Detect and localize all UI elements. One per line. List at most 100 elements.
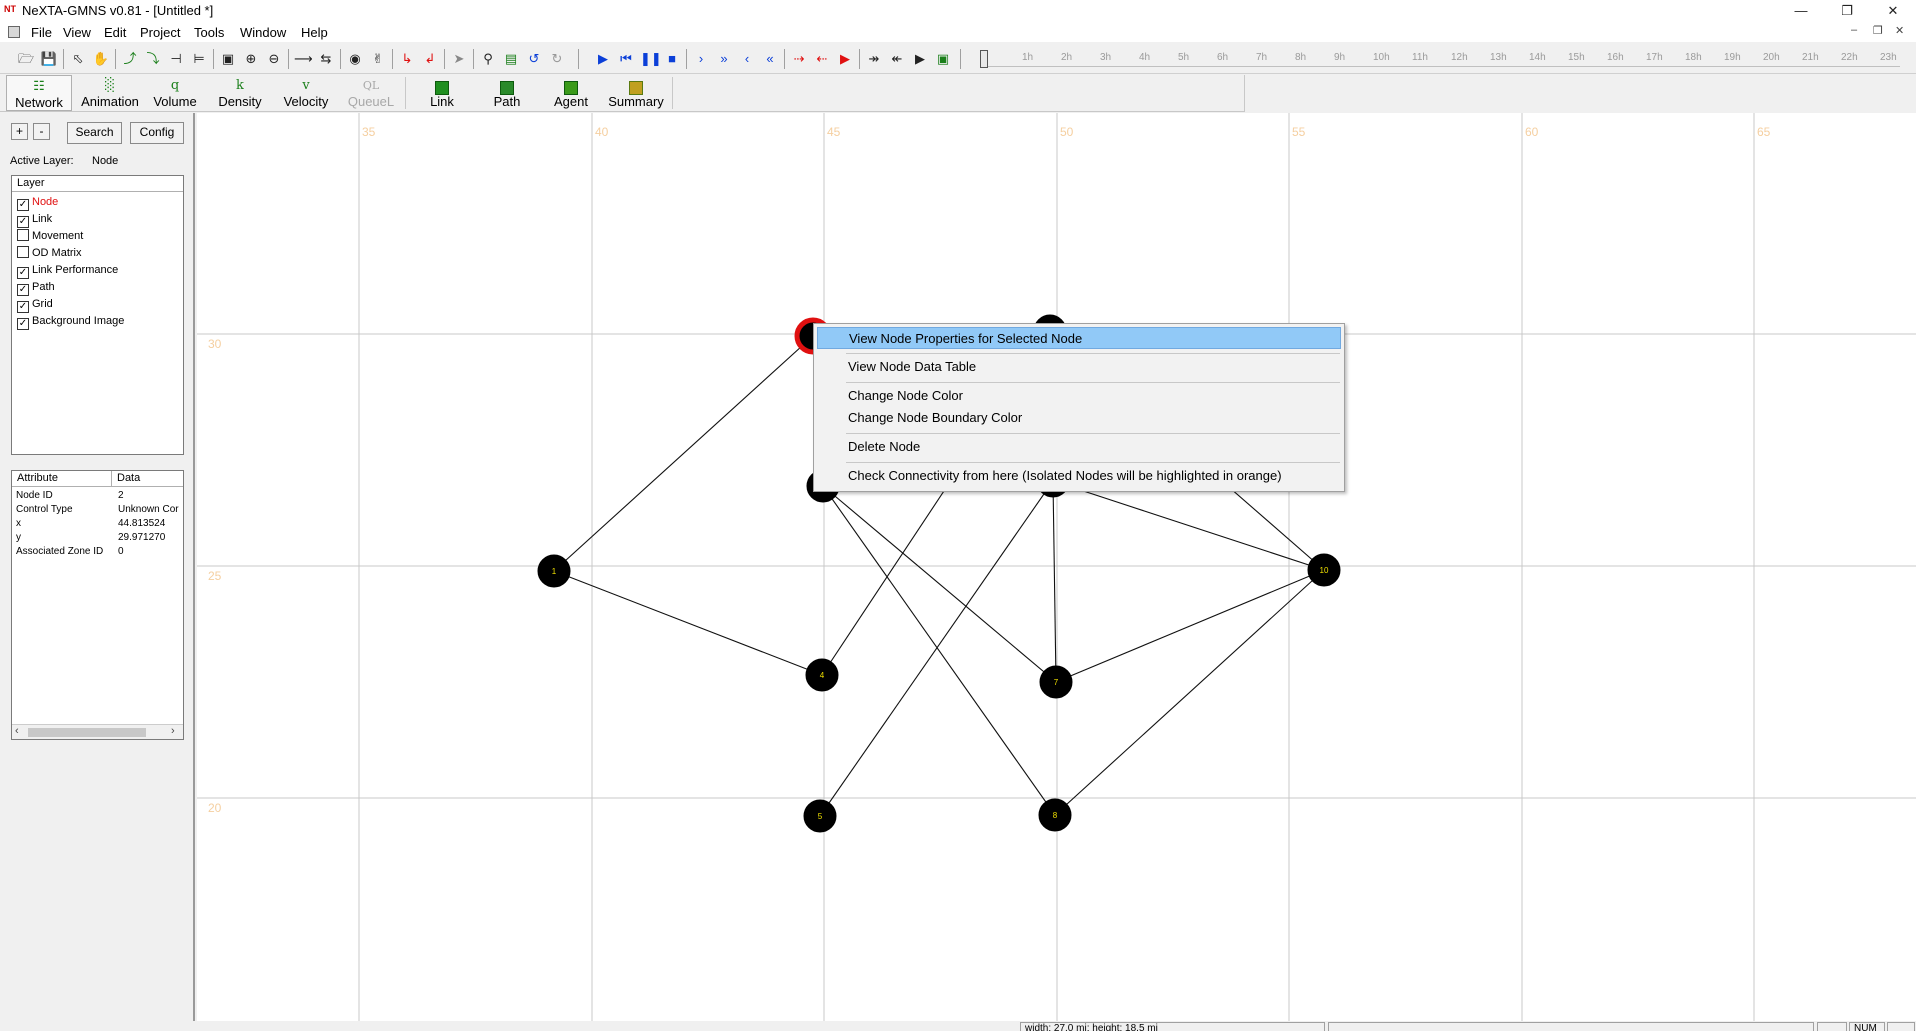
dest-icon[interactable]: ↲: [421, 50, 439, 68]
menu-edit[interactable]: Edit: [104, 25, 126, 40]
redo-icon[interactable]: ↻: [548, 50, 566, 68]
mdi-restore-icon[interactable]: ❐: [1873, 24, 1883, 37]
minimize-icon[interactable]: —: [1778, 0, 1824, 22]
end-icon[interactable]: ▣: [934, 50, 952, 68]
time-slider[interactable]: 1h 2h 3h 4h 5h 6h 7h 8h 9h 10h 11h 12h 13h 14h 15h 16h 1…: [980, 48, 1916, 70]
pause-icon[interactable]: ❚❚: [640, 50, 662, 68]
menu-delete-node[interactable]: Delete Node: [817, 436, 1341, 458]
tab-network[interactable]: ☷ Network: [6, 75, 72, 111]
menu-help[interactable]: Help: [301, 25, 328, 40]
record-icon[interactable]: ▶: [836, 50, 854, 68]
layer-checkbox[interactable]: ✓: [17, 301, 29, 313]
scroll-thumb[interactable]: [28, 728, 146, 737]
network-link[interactable]: [1054, 569, 1325, 816]
layer-item[interactable]: ✓ Link: [17, 212, 52, 229]
network-map[interactable]: 35 40 45 50 55 60 653025201457810: [197, 113, 1916, 1021]
red-step-back-icon[interactable]: ⇢: [790, 50, 808, 68]
scroll-left-icon[interactable]: ‹: [15, 725, 19, 737]
fit-icon[interactable]: ▣: [219, 50, 237, 68]
network-link[interactable]: [822, 485, 1056, 816]
tab-animation[interactable]: ░ Animation: [76, 75, 144, 111]
mdi-minimize-icon[interactable]: –: [1851, 24, 1857, 36]
network-link[interactable]: [1052, 480, 1057, 683]
forward-icon[interactable]: ▶: [911, 50, 929, 68]
close-icon[interactable]: ✕: [1870, 0, 1916, 22]
network-link[interactable]: [1052, 480, 1325, 571]
menu-view-node-data-table[interactable]: View Node Data Table: [817, 356, 1341, 378]
origin-icon[interactable]: ↳: [398, 50, 416, 68]
mdi-close-icon[interactable]: ✕: [1895, 24, 1904, 37]
layer-checkbox[interactable]: [17, 229, 29, 241]
layer-item[interactable]: ✓ Background Image: [17, 314, 124, 331]
config-button[interactable]: Config: [130, 122, 184, 144]
menu-check-connectivity[interactable]: Check Connectivity from here (Isolated N…: [817, 465, 1341, 487]
tab-summary[interactable]: Summary: [604, 75, 668, 111]
rewind-icon[interactable]: ⏮: [617, 50, 635, 68]
horizontal-scrollbar[interactable]: ‹ ›: [12, 724, 183, 739]
pan-icon[interactable]: ✋: [92, 50, 110, 68]
play-icon[interactable]: ▶: [594, 50, 612, 68]
draw-link-2-icon[interactable]: ⤵: [144, 50, 162, 68]
layer-checkbox[interactable]: ✓: [17, 318, 29, 330]
menu-tools[interactable]: Tools: [194, 25, 224, 40]
red-back-icon[interactable]: ⇠: [813, 50, 831, 68]
time-slider-thumb[interactable]: [980, 50, 988, 68]
next-icon[interactable]: ›: [692, 50, 710, 68]
undo-icon[interactable]: ↺: [525, 50, 543, 68]
layer-item[interactable]: ✓ Node: [17, 195, 58, 212]
layer-item[interactable]: Movement: [17, 229, 83, 246]
document-icon[interactable]: [8, 26, 20, 38]
menu-change-node-boundary-color[interactable]: Change Node Boundary Color: [817, 407, 1341, 429]
layer-checkbox[interactable]: ✓: [17, 199, 29, 211]
hand-icon[interactable]: ✌: [369, 50, 387, 68]
restore-icon[interactable]: ❐: [1824, 0, 1870, 22]
fast-rewind-icon[interactable]: «: [761, 50, 779, 68]
layer-checkbox[interactable]: ✓: [17, 216, 29, 228]
layer-checkbox[interactable]: ✓: [17, 284, 29, 296]
collapse-button[interactable]: -: [33, 123, 50, 140]
draw-link-icon[interactable]: ⤴: [121, 50, 139, 68]
scale-icon[interactable]: ⊨: [190, 50, 208, 68]
tab-path[interactable]: Path: [476, 75, 538, 111]
scroll-right-icon[interactable]: ›: [171, 725, 175, 737]
menu-view[interactable]: View: [63, 25, 91, 40]
expand-button[interactable]: +: [11, 123, 28, 140]
tab-volume[interactable]: q Volume: [145, 75, 205, 111]
layer-item[interactable]: ✓ Path: [17, 280, 55, 297]
menu-change-node-color[interactable]: Change Node Color: [817, 385, 1341, 407]
tab-agent[interactable]: Agent: [540, 75, 602, 111]
zoom-sel-icon[interactable]: ⚲: [479, 50, 497, 68]
export-icon[interactable]: ▤: [502, 50, 520, 68]
layer-checkbox[interactable]: [17, 246, 29, 258]
two-way-icon[interactable]: ⇆: [317, 50, 335, 68]
layer-item[interactable]: OD Matrix: [17, 246, 82, 263]
network-link[interactable]: [822, 485, 1057, 683]
select-icon[interactable]: ⬁: [69, 50, 87, 68]
gray-arrow-icon[interactable]: ➤: [450, 50, 468, 68]
tab-queuel[interactable]: QL QueueL: [341, 75, 401, 111]
tab-density[interactable]: k Density: [208, 75, 272, 111]
stop-icon[interactable]: ■: [663, 50, 681, 68]
split-icon[interactable]: ⊣: [167, 50, 185, 68]
layer-item[interactable]: ✓ Grid: [17, 297, 53, 314]
menu-project[interactable]: Project: [140, 25, 180, 40]
menu-view-node-properties[interactable]: View Node Properties for Selected Node: [817, 327, 1341, 349]
zoom-in-icon[interactable]: ⊕: [242, 50, 260, 68]
layer-item[interactable]: ✓ Link Performance: [17, 263, 118, 280]
map-canvas[interactable]: 35 40 45 50 55 60 65 30 25 20 1 4 5 7 8 10: [197, 113, 1916, 1021]
network-link[interactable]: [553, 335, 814, 572]
open-icon[interactable]: 🗁: [17, 50, 35, 68]
save-icon[interactable]: 💾: [40, 50, 58, 68]
menu-window[interactable]: Window: [240, 25, 286, 40]
step-icon[interactable]: ↠: [865, 50, 883, 68]
back-icon[interactable]: ↞: [888, 50, 906, 68]
menu-file[interactable]: File: [31, 25, 52, 40]
prev-icon[interactable]: ‹: [738, 50, 756, 68]
tab-velocity[interactable]: v Velocity: [274, 75, 338, 111]
tab-link[interactable]: Link: [410, 75, 474, 111]
zoom-out-icon[interactable]: ⊖: [265, 50, 283, 68]
search-button[interactable]: Search: [67, 122, 122, 144]
camera-icon[interactable]: ◉: [346, 50, 364, 68]
network-link[interactable]: [1055, 569, 1325, 683]
network-link[interactable]: [553, 570, 823, 676]
